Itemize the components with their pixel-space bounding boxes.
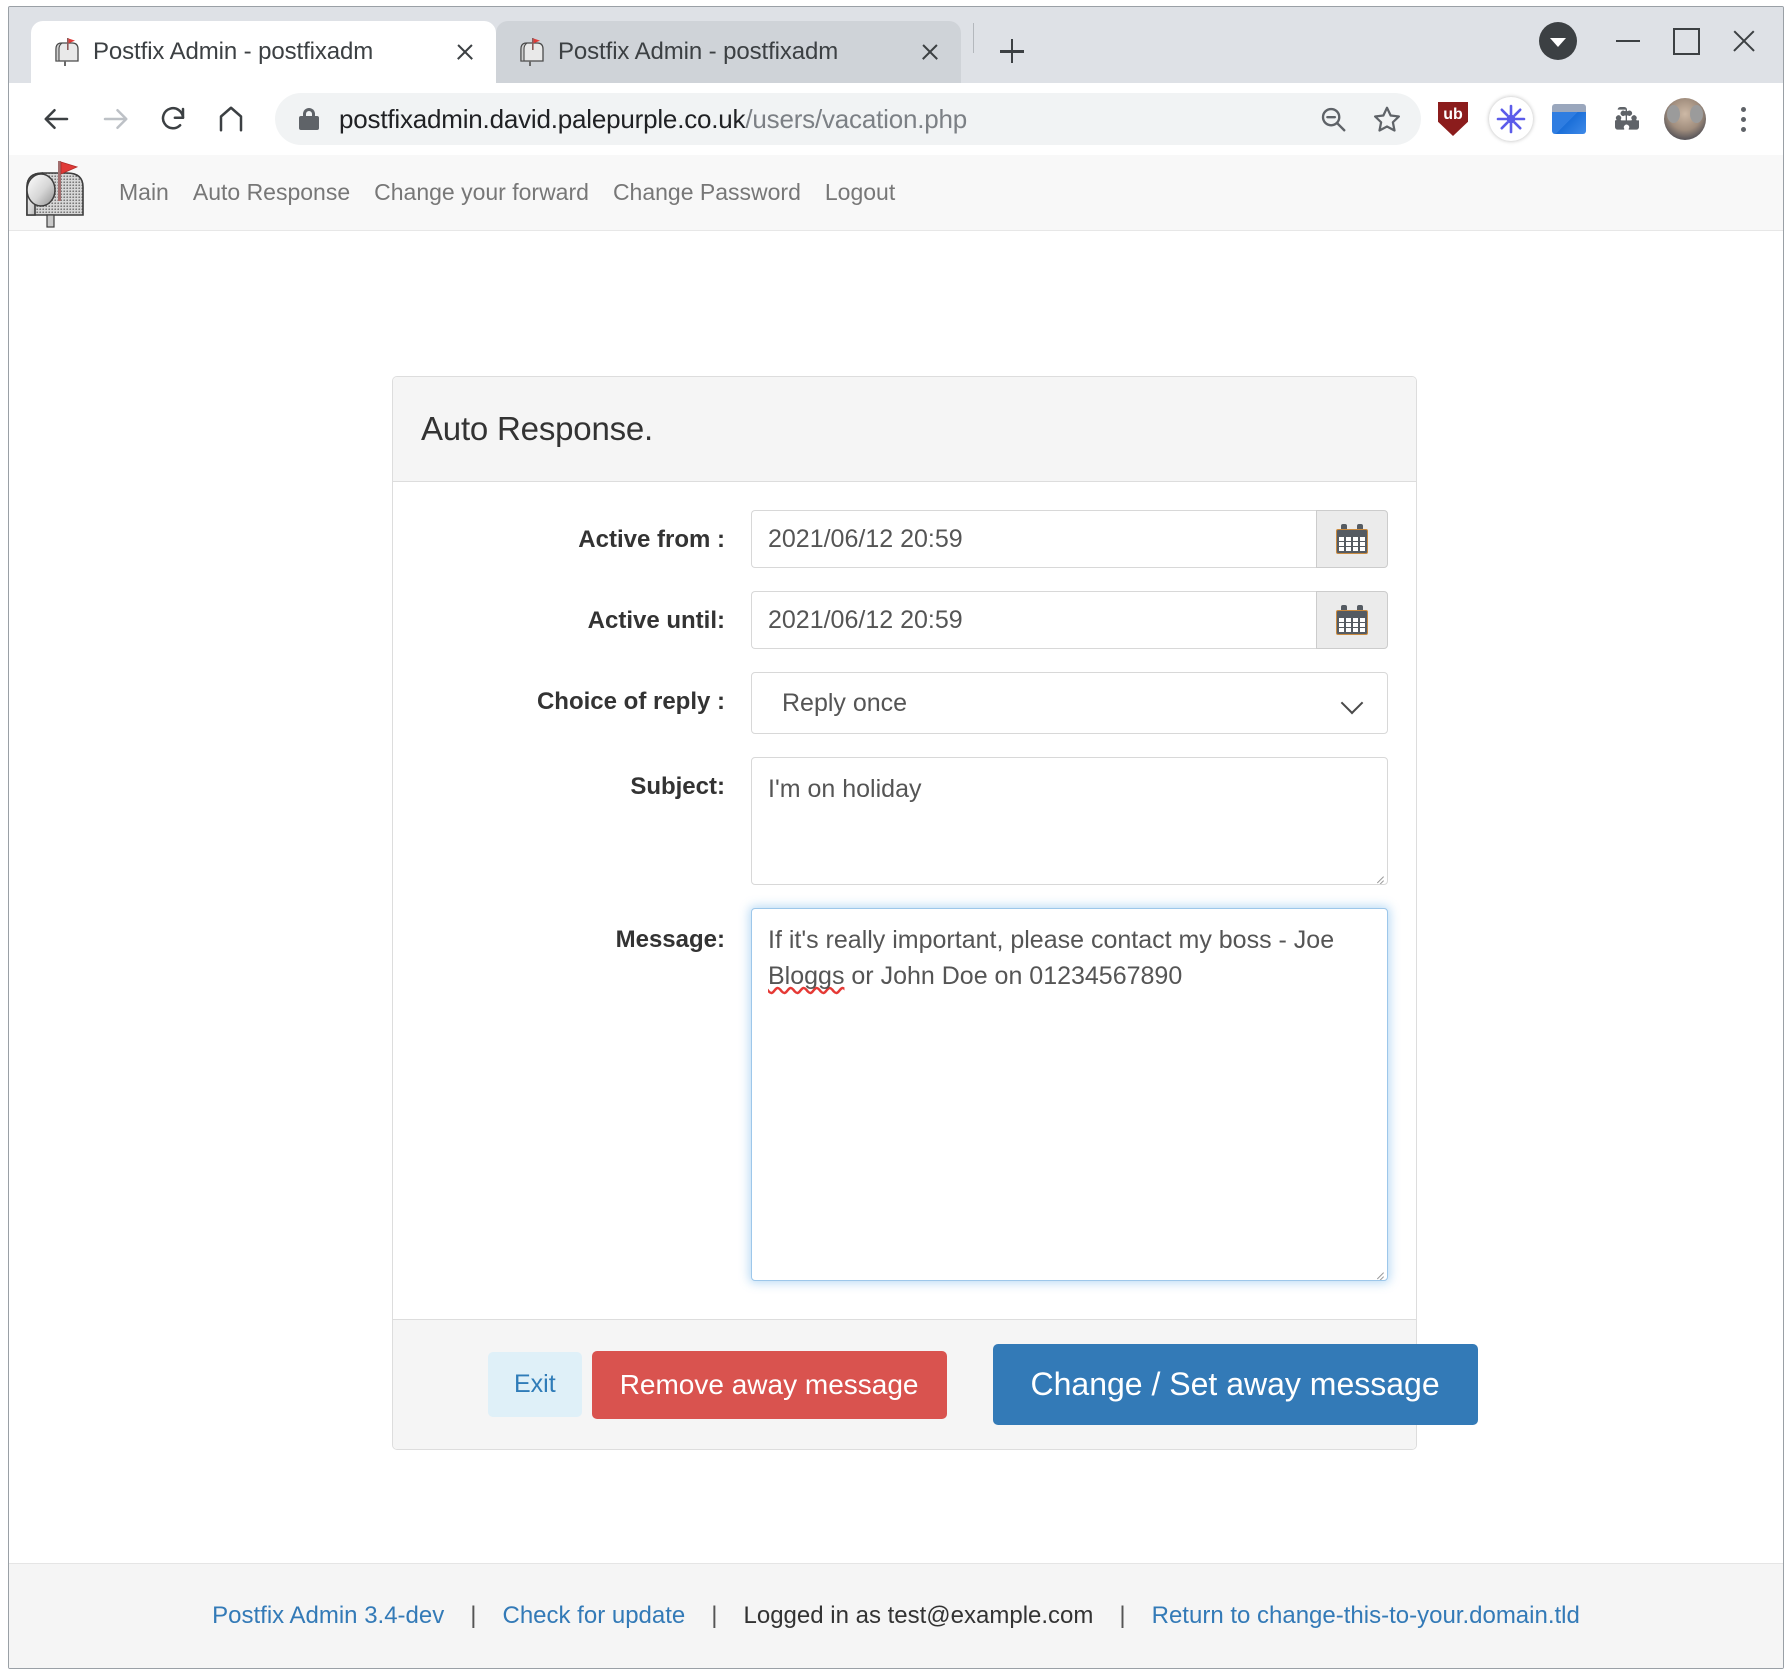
sidebar-item-auto-response[interactable]: Auto Response — [181, 179, 362, 206]
message-value: If it's really important, please contact… — [768, 926, 1334, 990]
zoom-out-icon[interactable] — [1307, 93, 1359, 145]
footer-separator: | — [711, 1602, 718, 1629]
back-arrow-icon[interactable] — [31, 93, 83, 145]
tab-strip: Postfix Admin - postfixadm Postfix Admin… — [9, 7, 1783, 83]
sunburst-extension-icon[interactable] — [1485, 93, 1537, 145]
url-domain: postfixadmin.david.palepurple.co.uk — [339, 103, 746, 134]
field-subject: I'm on holiday — [751, 757, 1388, 885]
card-body: Active from : 2021/06/12 20:59 Active un… — [393, 482, 1416, 1319]
sidebar-item-change-your-forward[interactable]: Change your forward — [362, 179, 601, 206]
page-body: Auto Response. Active from : 2021/06/12 … — [9, 231, 1783, 1563]
footer-logged-in-text: Logged in as test@example.com — [743, 1602, 1094, 1629]
browser-tab-2[interactable]: Postfix Admin - postfixadm — [496, 21, 961, 83]
home-icon[interactable] — [205, 93, 257, 145]
close-window-button[interactable] — [1715, 15, 1773, 67]
form-row-active-from: Active from : — [421, 510, 1388, 568]
resize-handle[interactable] — [1370, 867, 1384, 881]
browser-toolbar: postfixadmin.david.palepurple.co.uk/user… — [9, 83, 1783, 155]
subject-value: I'm on holiday — [768, 775, 922, 803]
sidebar-item-logout[interactable]: Logout — [813, 179, 907, 206]
exit-button[interactable]: Exit — [488, 1352, 582, 1417]
postfix-admin-navbar: Main Auto Response Change your forward C… — [9, 155, 1783, 231]
browser-window: Postfix Admin - postfixadm Postfix Admin… — [8, 6, 1784, 1669]
field-active-from — [751, 510, 1388, 568]
card-header: Auto Response. — [393, 377, 1416, 482]
window-controls — [1539, 15, 1773, 67]
label-active-from: Active from : — [578, 526, 725, 553]
sidebar-item-main[interactable]: Main — [107, 179, 181, 206]
form-row-choice-of-reply: Choice of reply : Reply once — [421, 672, 1388, 734]
close-icon[interactable] — [913, 35, 947, 69]
message-textarea[interactable]: If it's really important, please contact… — [751, 908, 1388, 1281]
change-set-away-message-button[interactable]: Change / Set away message — [992, 1344, 1478, 1425]
select-value: Reply once — [782, 688, 908, 717]
footer-separator: | — [470, 1602, 477, 1629]
chevron-down-icon — [1341, 692, 1363, 714]
field-message: If it's really important, please contact… — [751, 908, 1388, 1281]
active-from-input[interactable] — [751, 510, 1316, 568]
message-part-2: or John Doe on 01234567890 — [844, 961, 1183, 990]
calendar-icon — [1336, 605, 1368, 635]
url-text: postfixadmin.david.palepurple.co.uk/user… — [339, 104, 1307, 135]
page-title: Auto Response. — [421, 410, 654, 447]
field-choice-of-reply: Reply once — [751, 672, 1388, 734]
page-footer: Postfix Admin 3.4-dev | Check for update… — [9, 1563, 1783, 1668]
new-tab-button[interactable] — [990, 29, 1034, 73]
sidebar-item-change-password[interactable]: Change Password — [601, 179, 813, 206]
navbar-links: Main Auto Response Change your forward C… — [107, 179, 907, 206]
kebab-menu-icon[interactable] — [1717, 93, 1769, 145]
form-row-subject: Subject: I'm on holiday — [421, 757, 1388, 885]
tab-title: Postfix Admin - postfixadm — [93, 38, 374, 65]
active-until-input[interactable] — [751, 591, 1316, 649]
page-viewport: Main Auto Response Change your forward C… — [9, 155, 1783, 1668]
tab-divider — [973, 23, 974, 53]
browser-tab-1[interactable]: Postfix Admin - postfixadm — [31, 21, 496, 83]
calendar-icon-active-until[interactable] — [1316, 591, 1388, 649]
caret-down-icon[interactable] — [1539, 22, 1577, 60]
form-row-active-until: Active until: — [421, 591, 1388, 649]
choice-of-reply-select[interactable]: Reply once — [751, 672, 1388, 734]
calendar-icon-active-from[interactable] — [1316, 510, 1388, 568]
url-path: /users/vacation.php — [745, 103, 968, 134]
maximize-button[interactable] — [1657, 15, 1715, 67]
auto-response-card: Auto Response. Active from : 2021/06/12 … — [392, 376, 1478, 1450]
tab-title: Postfix Admin - postfixadm — [558, 38, 839, 65]
message-misspelled-word: Bloggs — [768, 961, 845, 990]
avatar[interactable] — [1659, 93, 1711, 145]
footer-separator: | — [1119, 1602, 1126, 1629]
message-part-1: If it's really important, please contact… — [768, 926, 1335, 954]
field-active-until — [751, 591, 1388, 649]
label-subject: Subject: — [630, 773, 725, 800]
lock-icon — [299, 106, 319, 132]
mailbox-logo — [15, 157, 89, 229]
star-icon[interactable] — [1361, 93, 1413, 145]
card-footer: Exit Remove away message Change / Set aw… — [393, 1319, 1478, 1449]
footer-check-update-link[interactable]: Check for update — [502, 1602, 685, 1630]
subject-textarea[interactable]: I'm on holiday — [751, 757, 1388, 885]
forward-arrow-icon[interactable] — [89, 93, 141, 145]
remove-away-message-button[interactable]: Remove away message — [591, 1350, 947, 1419]
label-active-until: Active until: — [587, 607, 725, 634]
close-icon[interactable] — [448, 35, 482, 69]
resize-handle[interactable] — [1370, 1263, 1384, 1277]
label-choice-of-reply: Choice of reply : — [536, 688, 725, 715]
form-row-message: Message: If it's really important, pleas… — [421, 908, 1388, 1281]
mailbox-icon — [518, 37, 544, 67]
reload-icon[interactable] — [147, 93, 199, 145]
google-drive-icon[interactable] — [1543, 93, 1595, 145]
calendar-icon — [1336, 524, 1368, 554]
puzzle-extensions-icon[interactable] — [1601, 93, 1653, 145]
footer-version-link[interactable]: Postfix Admin 3.4-dev — [212, 1602, 444, 1630]
footer-return-link[interactable]: Return to change-this-to-your.domain.tld — [1152, 1602, 1580, 1630]
omnibox-actions — [1307, 93, 1413, 145]
ublock-origin-icon[interactable]: ub — [1427, 93, 1479, 145]
label-message: Message: — [615, 926, 725, 953]
address-bar[interactable]: postfixadmin.david.palepurple.co.uk/user… — [275, 93, 1421, 145]
minimize-button[interactable] — [1599, 15, 1657, 67]
mailbox-icon — [53, 37, 79, 67]
